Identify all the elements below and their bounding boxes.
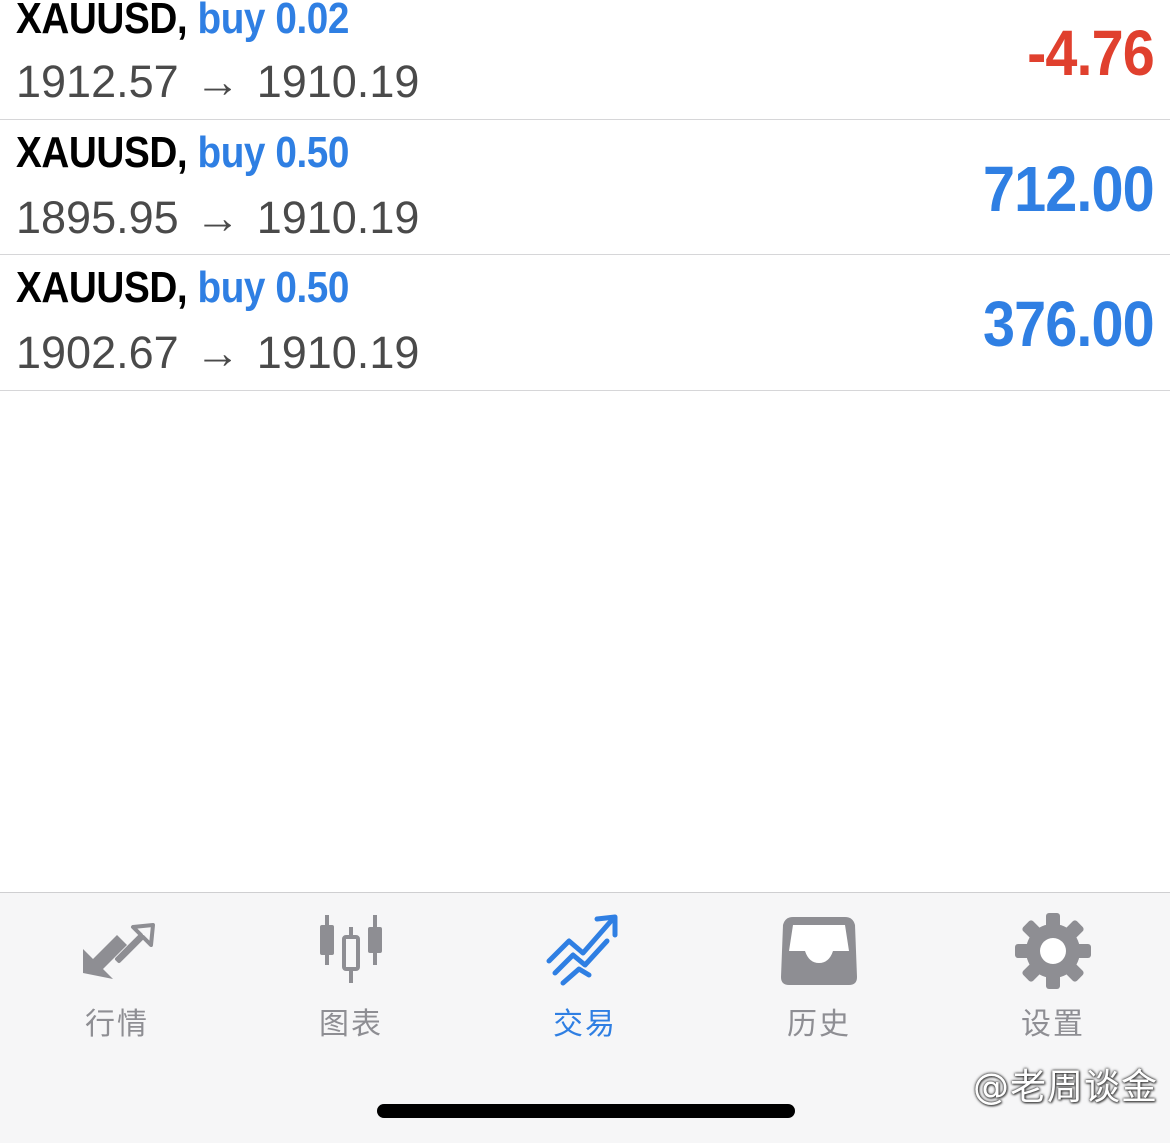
symbol-label: XAUUSD, bbox=[16, 128, 188, 177]
symbol-label: XAUUSD, bbox=[16, 0, 188, 43]
profit-value: 376.00 bbox=[983, 288, 1155, 360]
right-arrow-icon: → bbox=[195, 192, 241, 243]
right-arrow-icon: → bbox=[195, 327, 241, 378]
position-row[interactable]: XAUUSD, buy 0.02 1912.57 → 1910.19 -4.76 bbox=[0, 0, 1170, 120]
candlestick-chart-icon bbox=[320, 915, 382, 983]
position-row[interactable]: XAUUSD, buy 0.50 1902.67 → 1910.19 376.0… bbox=[0, 255, 1170, 391]
tab-charts[interactable]: 图表 bbox=[234, 893, 468, 1043]
right-arrow-icon: → bbox=[195, 56, 241, 107]
positions-list: XAUUSD, buy 0.02 1912.57 → 1910.19 -4.76… bbox=[0, 0, 1170, 391]
tab-settings[interactable]: 设置 bbox=[936, 893, 1170, 1043]
open-price: 1912.57 bbox=[16, 56, 179, 107]
current-price: 1910.19 bbox=[256, 192, 420, 243]
symbol-label: XAUUSD, bbox=[16, 263, 188, 312]
gear-icon bbox=[1015, 913, 1091, 989]
trade-trend-icon bbox=[546, 914, 618, 986]
side-volume-label: buy 0.50 bbox=[197, 128, 350, 177]
tab-label: 交易 bbox=[553, 1007, 617, 1042]
tab-label: 图表 bbox=[319, 1007, 383, 1042]
position-title: XAUUSD, buy 0.02 bbox=[16, 0, 349, 44]
profit-value: 712.00 bbox=[983, 153, 1155, 225]
current-price: 1910.19 bbox=[256, 56, 420, 107]
side-volume-label: buy 0.02 bbox=[197, 0, 350, 43]
price-line: 1895.95 → 1910.19 bbox=[16, 192, 419, 244]
tab-trade[interactable]: 交易 bbox=[468, 893, 702, 1043]
quotes-arrows-icon bbox=[83, 923, 155, 979]
tab-label: 设置 bbox=[1021, 1007, 1085, 1042]
open-price: 1895.95 bbox=[16, 192, 179, 243]
tab-label: 行情 bbox=[85, 1007, 149, 1042]
open-price: 1902.67 bbox=[16, 327, 179, 378]
tab-label: 历史 bbox=[787, 1007, 851, 1042]
watermark: @老周谈金 bbox=[973, 1058, 1158, 1110]
position-title: XAUUSD, buy 0.50 bbox=[16, 128, 349, 178]
current-price: 1910.19 bbox=[256, 327, 420, 378]
side-volume-label: buy 0.50 bbox=[197, 263, 350, 312]
position-title: XAUUSD, buy 0.50 bbox=[16, 263, 349, 313]
price-line: 1902.67 → 1910.19 bbox=[16, 327, 419, 379]
position-row[interactable]: XAUUSD, buy 0.50 1895.95 → 1910.19 712.0… bbox=[0, 120, 1170, 255]
watermark-text: @老周谈金 bbox=[972, 1067, 1158, 1108]
tab-quotes[interactable]: 行情 bbox=[0, 893, 234, 1043]
home-indicator[interactable] bbox=[377, 1104, 795, 1118]
price-line: 1912.57 → 1910.19 bbox=[16, 56, 419, 108]
tab-history[interactable]: 历史 bbox=[702, 893, 936, 1043]
history-inbox-icon bbox=[781, 917, 857, 985]
profit-value: -4.76 bbox=[1027, 17, 1155, 89]
